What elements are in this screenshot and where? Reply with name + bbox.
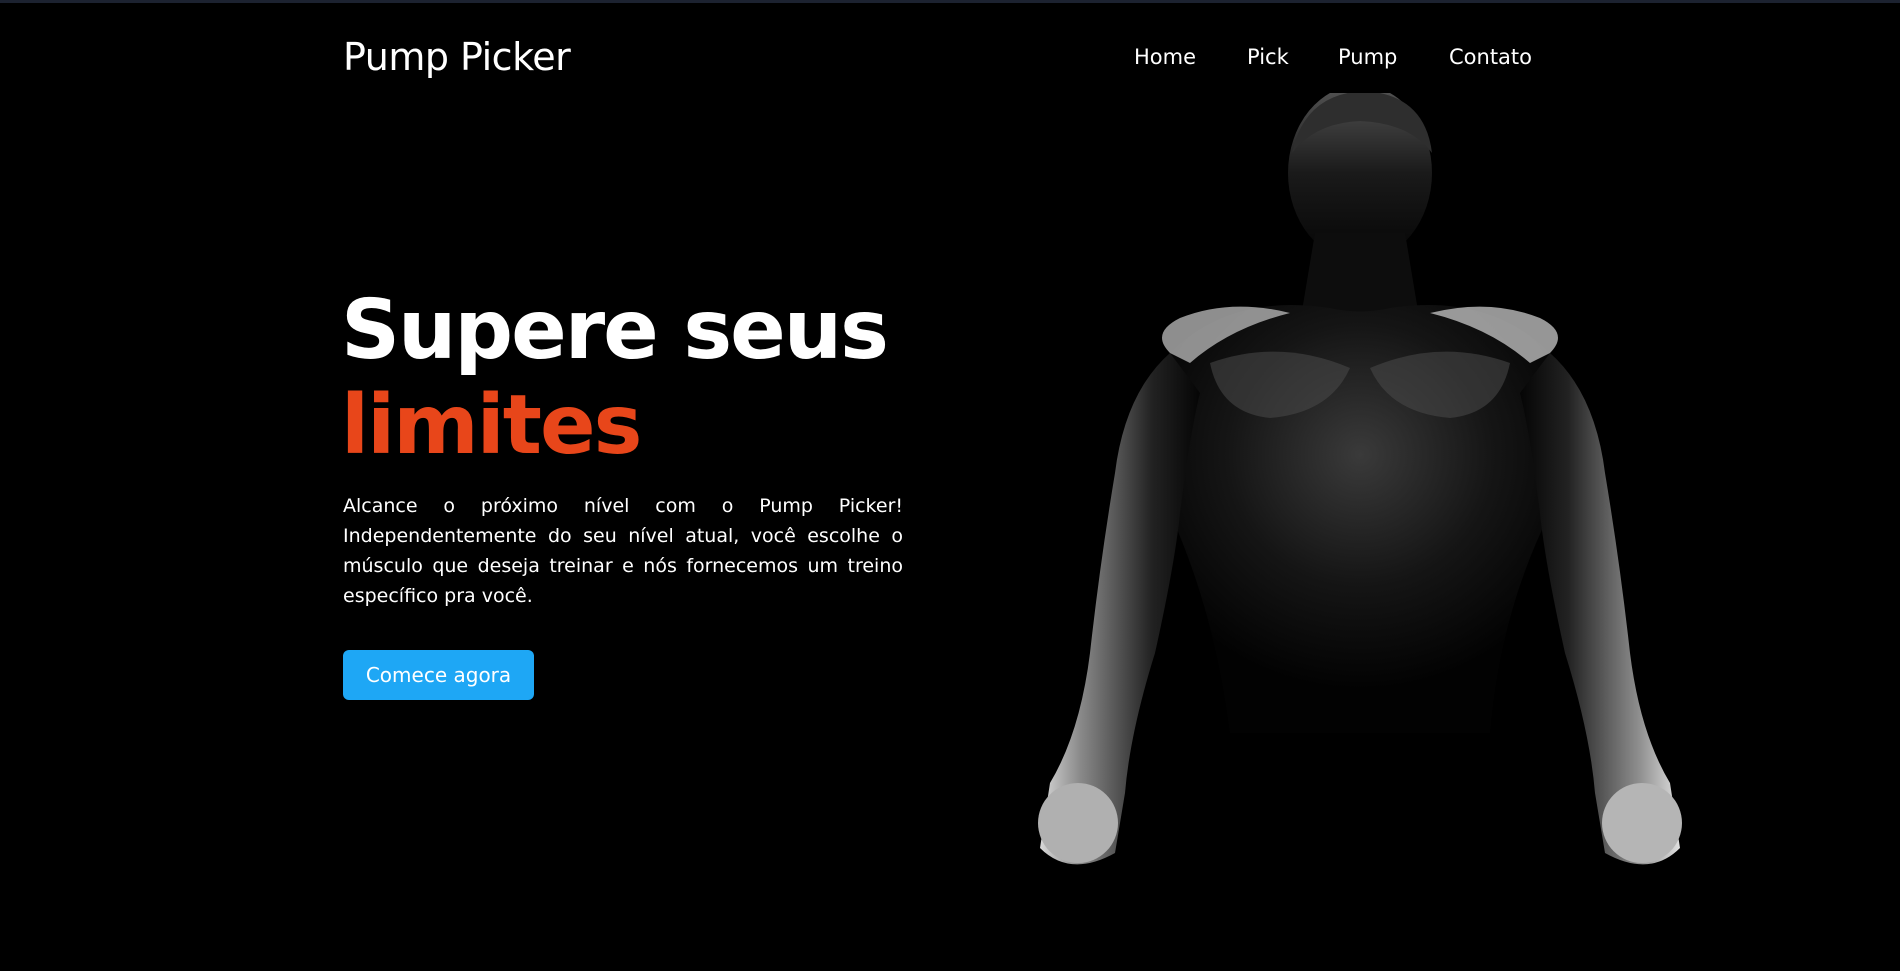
brand-logo-text[interactable]: Pump Picker [343, 33, 571, 81]
landing-page: Pump Picker Home Pick Pump Contato Super… [0, 3, 1900, 971]
muscular-man-silhouette-icon [1038, 93, 1682, 865]
hero-title-line1: Supere seus [341, 283, 889, 378]
hero-title-highlight: limites [341, 378, 642, 473]
nav-link-home[interactable]: Home [1134, 43, 1196, 71]
nav-link-pick[interactable]: Pick [1247, 43, 1289, 71]
hero-description: Alcance o próximo nível com o Pump Picke… [343, 495, 903, 607]
start-now-button[interactable]: Comece agora [343, 650, 534, 700]
figure-left-fist [1038, 783, 1118, 863]
figure-right-fist [1602, 783, 1682, 863]
nav-link-pump[interactable]: Pump [1338, 43, 1397, 71]
figure-torso [1140, 305, 1580, 733]
hero-title: Supere seus limites [341, 283, 889, 473]
nav-link-contato[interactable]: Contato [1449, 43, 1532, 71]
